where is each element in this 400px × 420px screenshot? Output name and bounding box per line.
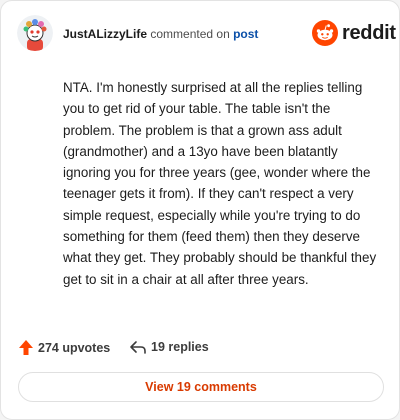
reddit-snoo-icon [312,20,338,46]
upvote-arrow-icon [19,340,33,355]
upvote-count[interactable]: 274 upvotes [18,339,110,356]
comment-meta: JustALizzyLife commented on post [63,27,258,41]
post-link[interactable]: post [233,27,258,41]
comment-card: JustALizzyLife commented on post reddit … [0,0,400,420]
view-comments-button[interactable]: View 19 comments [18,372,384,402]
reddit-logo[interactable]: reddit [312,20,396,46]
comment-body: NTA. I'm honestly surprised at all the r… [63,80,377,287]
commented-on-label: commented on [150,27,230,41]
upvote-count-label: 274 upvotes [38,340,111,355]
comment-footer: 274 upvotes 19 replies [1,333,400,365]
reply-count[interactable]: 19 replies [129,339,209,355]
user-avatar[interactable] [17,15,53,51]
reddit-wordmark: reddit [342,21,396,44]
username-link[interactable]: JustALizzyLife [63,27,147,41]
reply-count-label: 19 replies [151,340,209,354]
reply-arrow-icon [130,341,146,354]
comment-header: JustALizzyLife commented on post reddit [1,1,400,65]
